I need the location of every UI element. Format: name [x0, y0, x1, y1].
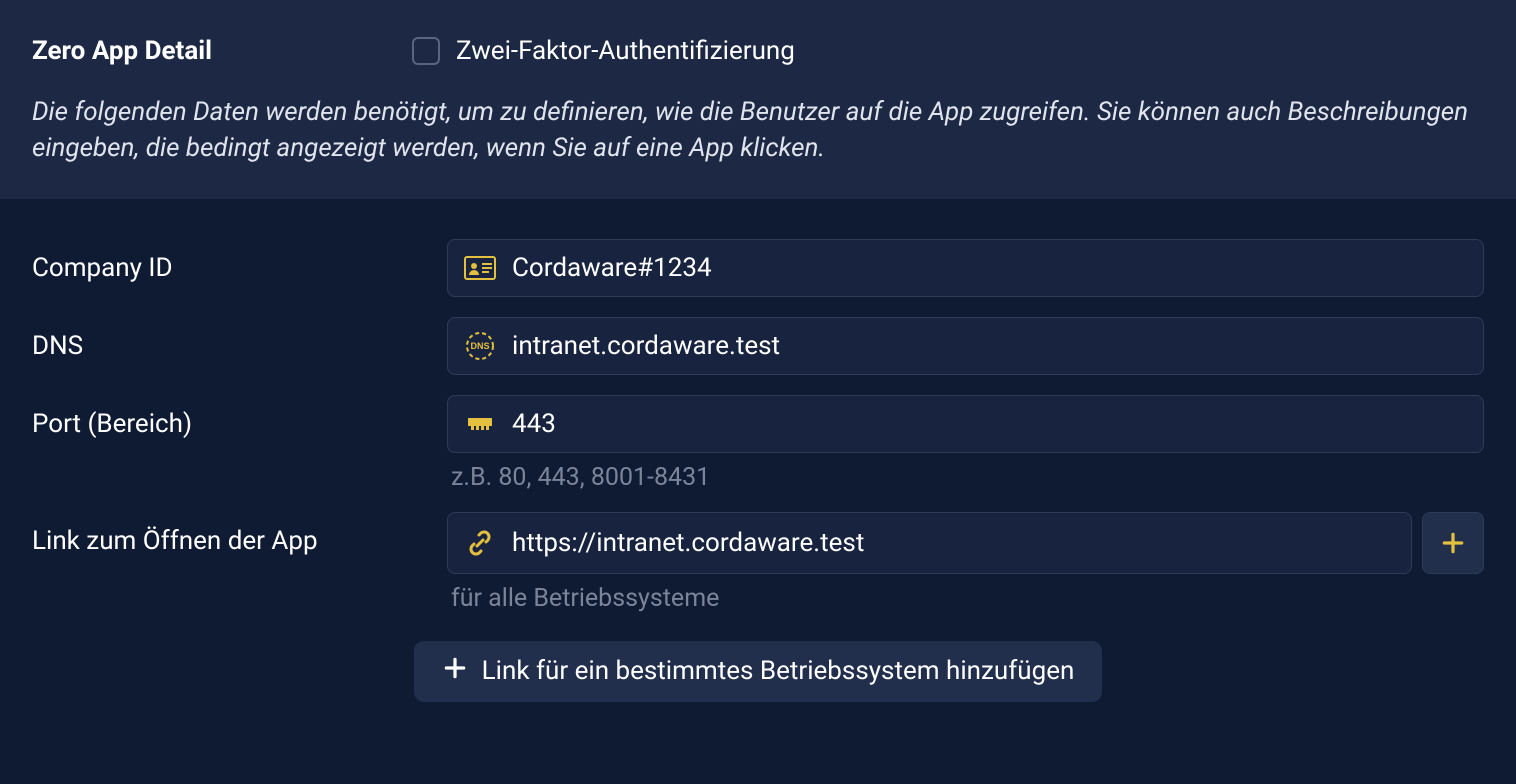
row-dns: DNS DNS [32, 317, 1484, 375]
page-title: Zero App Detail [32, 36, 212, 66]
dns-input[interactable] [512, 331, 1467, 361]
dns-input-box[interactable]: DNS [447, 317, 1484, 375]
dns-icon: DNS [464, 330, 496, 362]
company-id-label: Company ID [32, 239, 447, 283]
form-section: Company ID DNS [0, 199, 1516, 722]
id-card-icon [464, 252, 496, 284]
link-input[interactable] [512, 528, 1395, 558]
dns-label: DNS [32, 317, 447, 361]
header-top-row: Zero App Detail Zwei-Faktor-Authentifizi… [32, 36, 1484, 66]
header-section: Zero App Detail Zwei-Faktor-Authentifizi… [0, 0, 1516, 199]
row-company-id: Company ID [32, 239, 1484, 297]
add-os-link-label: Link für ein bestimmtes Betriebssystem h… [482, 656, 1075, 686]
port-input[interactable] [512, 409, 1467, 439]
header-description: Die folgenden Daten werden benötigt, um … [32, 94, 1484, 167]
link-icon [464, 527, 496, 559]
add-os-link-button[interactable]: Link für ein bestimmtes Betriebssystem h… [414, 641, 1103, 702]
port-input-box[interactable] [447, 395, 1484, 453]
port-label: Port (Bereich) [32, 395, 447, 439]
company-id-input-box[interactable] [447, 239, 1484, 297]
plus-icon [442, 655, 468, 688]
svg-text:DNS: DNS [470, 341, 489, 351]
twofa-label: Zwei-Faktor-Authentifizierung [456, 36, 795, 66]
port-hint: z.B. 80, 443, 8001-8431 [447, 463, 1484, 492]
link-input-box[interactable] [447, 512, 1412, 574]
company-id-input[interactable] [512, 253, 1467, 283]
add-link-button[interactable] [1422, 512, 1484, 574]
ethernet-icon [464, 408, 496, 440]
link-label: Link zum Öffnen der App [32, 512, 447, 556]
row-link: Link zum Öffnen der App [32, 512, 1484, 613]
row-port: Port (Bereich) z.B. 80, 443, 8001-8431 [32, 395, 1484, 492]
add-os-row: Link für ein bestimmtes Betriebssystem h… [32, 641, 1484, 702]
twofa-checkbox[interactable] [412, 37, 440, 65]
twofa-row: Zwei-Faktor-Authentifizierung [412, 36, 795, 66]
link-hint: für alle Betriebssysteme [447, 584, 1484, 613]
